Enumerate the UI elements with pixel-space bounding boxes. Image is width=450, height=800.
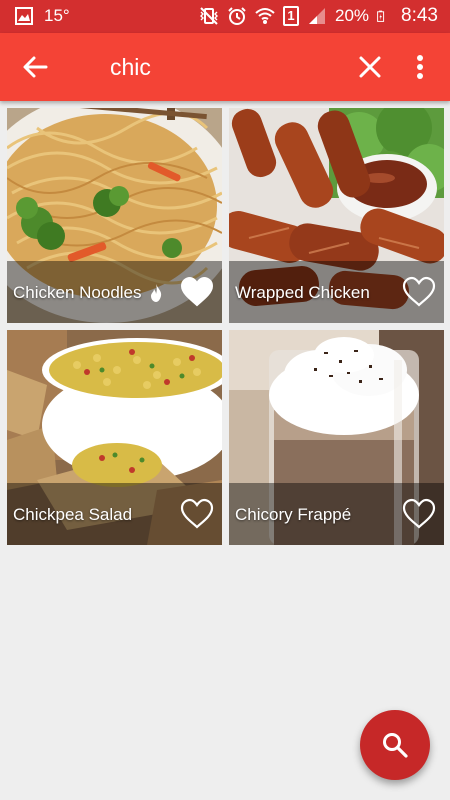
search-icon xyxy=(383,733,408,758)
arrow-left-icon[interactable] xyxy=(20,52,50,82)
heart-outline-icon[interactable] xyxy=(402,498,436,530)
gallery-icon xyxy=(15,7,33,25)
recipe-title: Wrapped Chicken xyxy=(235,283,370,302)
flame-icon xyxy=(151,284,162,302)
recipe-title: Chicory Frappé xyxy=(235,505,352,524)
temperature-text: 15° xyxy=(44,6,70,25)
recipe-card[interactable]: Chicken Noodles xyxy=(7,108,222,323)
vibrate-mute-icon xyxy=(199,7,218,25)
recipe-card[interactable]: Chickpea Salad xyxy=(7,330,222,545)
search-fab-button[interactable] xyxy=(360,710,430,780)
battery-percent-text: 20% xyxy=(334,6,370,25)
recipe-card[interactable]: Wrapped Chicken xyxy=(229,108,444,323)
status-bar: 15° 1 20% 8:43 xyxy=(0,0,450,33)
search-app-bar: chic xyxy=(0,33,450,101)
clock-text: 8:43 xyxy=(401,5,438,26)
search-input[interactable]: chic xyxy=(110,54,151,81)
recipe-card[interactable]: Chicory Frappé xyxy=(229,330,444,545)
heart-outline-icon[interactable] xyxy=(180,498,214,530)
recipe-title: Chicken Noodles xyxy=(13,283,142,302)
battery-charging-icon xyxy=(377,10,385,22)
recipe-title: Chickpea Salad xyxy=(13,505,133,524)
wifi-icon xyxy=(255,8,275,24)
more-vert-icon[interactable] xyxy=(408,53,432,81)
heart-icon[interactable] xyxy=(180,276,214,308)
close-icon[interactable] xyxy=(356,53,384,81)
signal-icon xyxy=(308,8,325,24)
heart-outline-icon[interactable] xyxy=(402,276,436,308)
alarm-icon xyxy=(228,7,246,25)
sim-slot-badge: 1 xyxy=(282,6,299,26)
